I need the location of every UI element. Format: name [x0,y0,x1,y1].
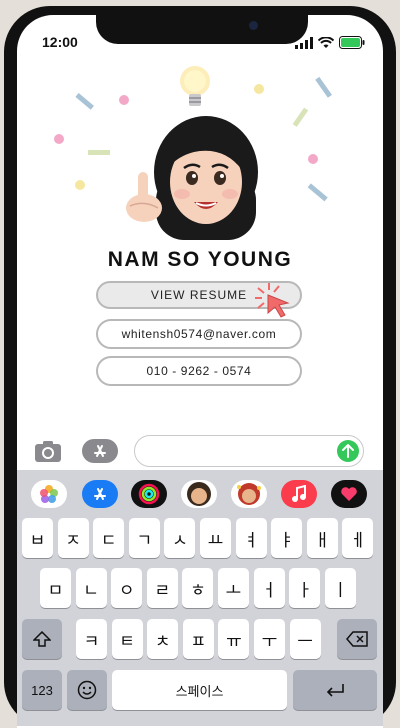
letter-key[interactable]: ㅎ [182,568,214,608]
email-link[interactable]: whitensh0574@naver.com [96,319,302,349]
arrow-up-icon [342,444,354,458]
music-app-icon[interactable] [281,480,317,508]
message-input[interactable] [134,435,364,467]
music-note-icon [292,485,306,502]
letter-key[interactable]: ㅗ [218,568,249,608]
backspace-icon [346,631,368,647]
memoji-app-icon[interactable] [181,480,217,508]
return-arrow-icon [326,684,344,697]
digital-touch-app-icon[interactable] [331,480,367,508]
photos-flower-icon [40,485,58,503]
pointer-cursor-icon [255,283,290,318]
letter-key[interactable]: ㄹ [146,568,178,608]
delete-key[interactable] [337,619,377,659]
letter-key[interactable]: ㅋ [76,619,107,659]
front-camera [249,21,258,30]
letter-key[interactable]: ㅇ [111,568,143,608]
app-store-icon [94,445,106,457]
memoji-face-icon [187,482,211,506]
battery-icon [339,36,365,49]
app-store-glyph-icon [94,488,106,500]
activity-rings-icon [138,483,160,505]
phone-link[interactable]: 010 - 9262 - 0574 [96,356,302,386]
letter-key[interactable]: ㄷ [93,518,125,558]
letter-key[interactable]: ㅠ [218,619,250,659]
letter-key[interactable]: ㅂ [22,518,53,558]
space-key[interactable]: 스페이스 [112,670,287,710]
signal-icon [295,36,313,49]
letter-key[interactable]: ㅛ [200,518,231,558]
letter-key[interactable]: ㅈ [57,518,89,558]
letter-key[interactable]: ㅏ [289,568,321,608]
app-store-button[interactable] [82,439,118,463]
camera-icon[interactable] [33,438,65,464]
letter-key[interactable]: ㅡ [289,619,321,659]
letter-key[interactable]: ㄱ [128,518,160,558]
lightbulb-icon [180,66,210,106]
letter-key[interactable]: ㅍ [182,619,214,659]
memoji-stickers-app-icon[interactable] [231,480,267,508]
letter-key[interactable]: ㄴ [75,568,107,608]
activity-app-icon[interactable] [131,480,167,508]
letter-key[interactable]: ㅑ [271,518,303,558]
send-button[interactable] [337,440,359,462]
letter-key[interactable]: ㅣ [324,568,356,608]
letter-key[interactable]: ㅅ [164,518,196,558]
memoji-stickers-icon [237,483,261,505]
letter-key[interactable]: ㅜ [254,619,285,659]
memoji-avatar [126,116,258,240]
wifi-icon [318,36,334,48]
emoji-icon [77,680,97,700]
status-time: 12:00 [42,34,78,50]
emoji-key[interactable] [67,670,107,710]
letter-key[interactable]: ㅊ [147,619,179,659]
letter-key[interactable]: ㅔ [342,518,374,558]
shift-key[interactable] [22,619,62,659]
letter-key[interactable]: ㅕ [235,518,267,558]
heart-icon [341,487,357,501]
letter-key[interactable]: ㅁ [40,568,71,608]
letter-key[interactable]: ㅓ [253,568,285,608]
status-icons [295,36,365,49]
letter-key[interactable]: ㅌ [111,619,143,659]
numbers-key[interactable]: 123 [22,670,62,710]
return-key[interactable] [293,670,377,710]
letter-key[interactable]: ㅐ [306,518,338,558]
profile-name: NAM SO YOUNG [107,248,293,271]
shift-arrow-icon [33,631,51,647]
app-store-app-icon[interactable] [82,480,118,508]
notch [96,14,308,44]
photos-app-icon[interactable] [31,480,67,508]
